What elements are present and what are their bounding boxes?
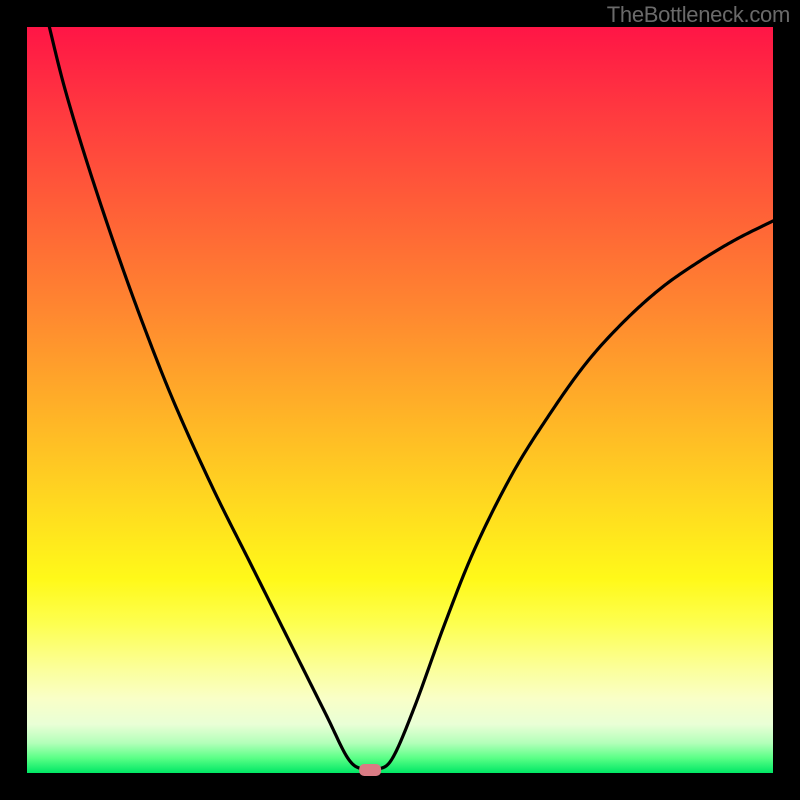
watermark-text: TheBottleneck.com xyxy=(607,2,790,28)
bottleneck-chart xyxy=(0,0,800,800)
chart-container: TheBottleneck.com xyxy=(0,0,800,800)
chart-background xyxy=(27,27,773,773)
optimal-marker xyxy=(359,764,381,776)
